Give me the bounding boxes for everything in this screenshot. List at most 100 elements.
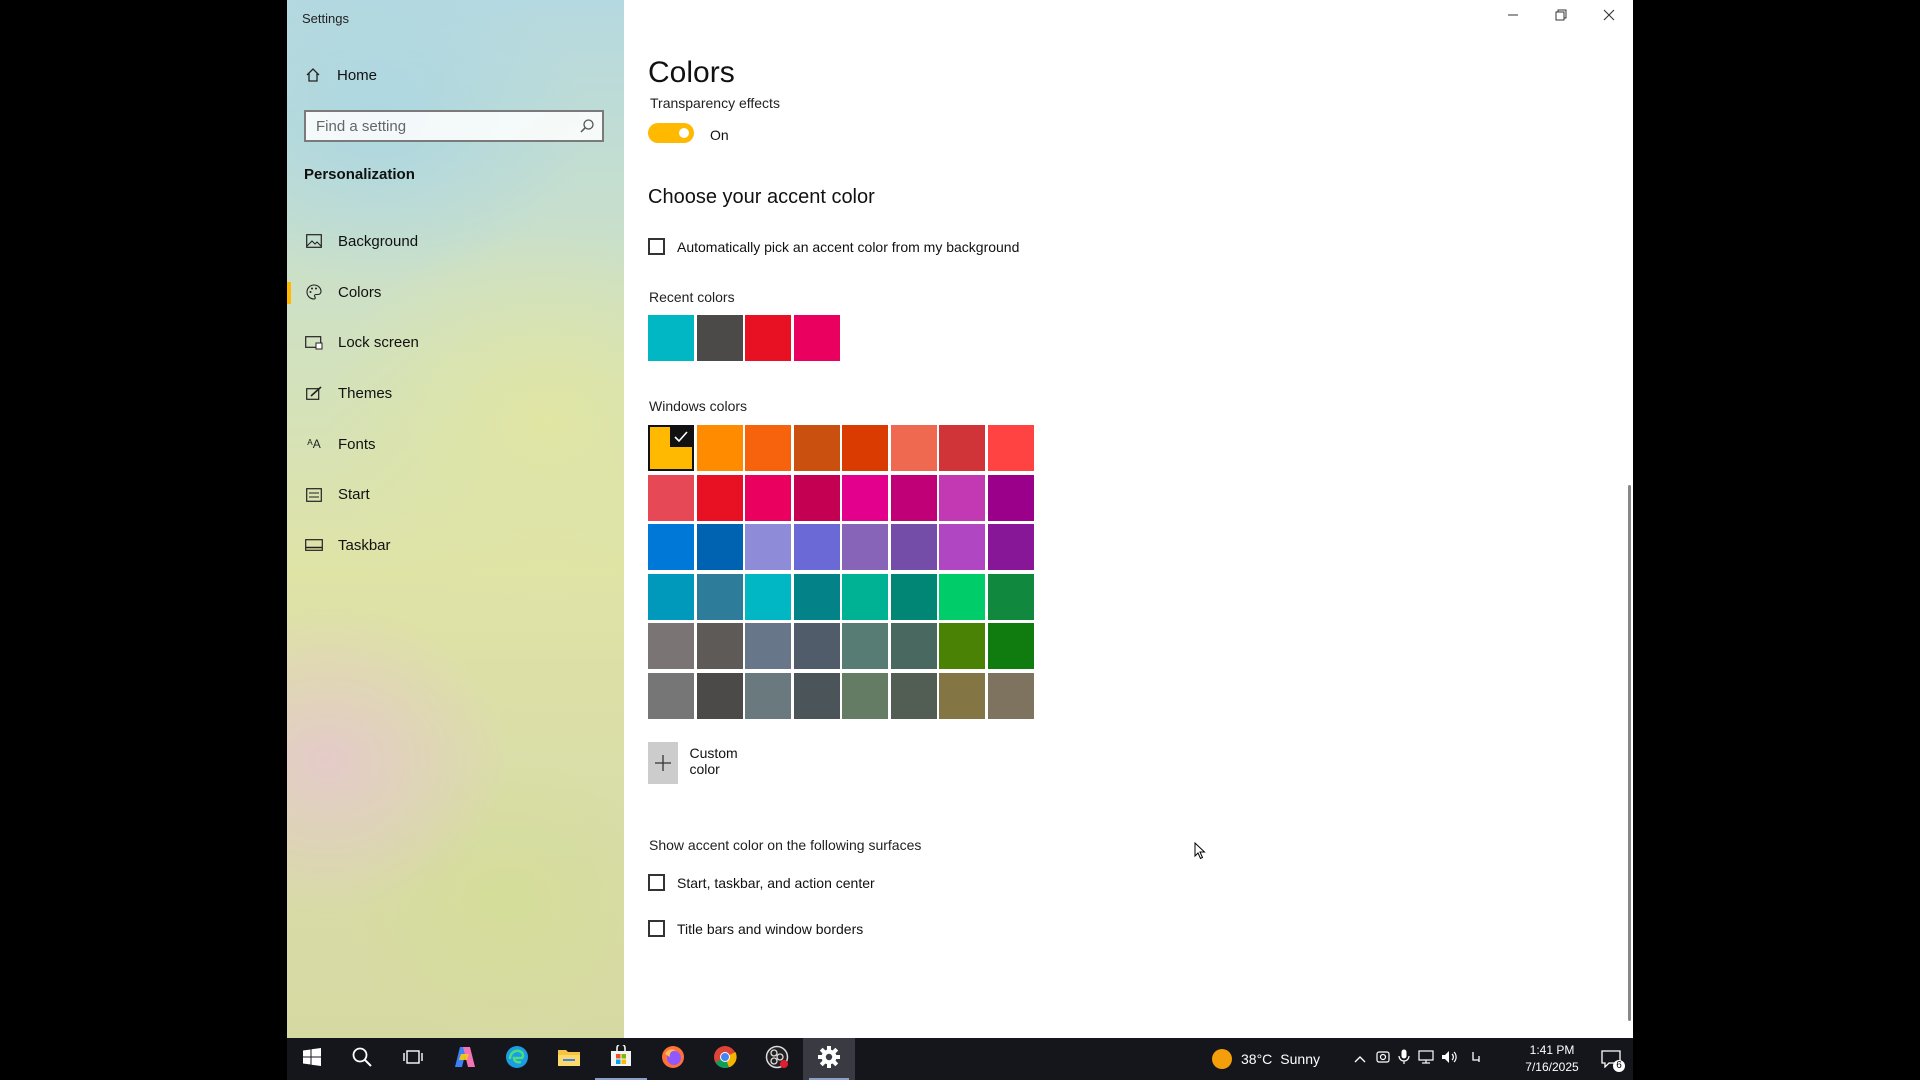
color-swatch[interactable] <box>939 425 985 471</box>
color-swatch[interactable] <box>696 474 743 521</box>
custom-color-button[interactable]: Custom color <box>648 742 749 784</box>
network-tray-button[interactable] <box>1414 1038 1438 1080</box>
search-box[interactable] <box>304 110 604 142</box>
color-swatch[interactable] <box>987 524 1034 571</box>
color-swatch[interactable] <box>648 425 694 471</box>
color-swatch[interactable] <box>745 474 791 521</box>
color-swatch[interactable] <box>939 672 985 719</box>
obs-button[interactable] <box>751 1038 803 1080</box>
sidebar-item-colors[interactable]: Colors <box>287 267 624 318</box>
auto-pick-checkbox[interactable]: Automatically pick an accent color from … <box>648 238 1019 255</box>
color-swatch[interactable] <box>696 672 743 719</box>
color-swatch[interactable] <box>939 573 985 620</box>
color-swatch[interactable] <box>648 474 694 521</box>
language-tray-button[interactable] <box>1464 1038 1488 1080</box>
color-swatch[interactable] <box>890 474 937 521</box>
checkbox-box[interactable] <box>648 874 665 891</box>
color-swatch[interactable] <box>745 524 791 571</box>
restore-button[interactable] <box>1537 0 1585 34</box>
weather-widget[interactable]: 38°C Sunny <box>1212 1038 1342 1080</box>
color-swatch[interactable] <box>842 425 888 471</box>
taskbar: 38°C Sunny 1:41 PM 7/16/2025 6 <box>287 1038 1633 1080</box>
action-center-button[interactable]: 6 <box>1592 1038 1630 1080</box>
color-swatch[interactable] <box>987 474 1034 521</box>
color-swatch[interactable] <box>890 524 937 571</box>
color-swatch[interactable] <box>745 623 791 670</box>
recent-colors-label: Recent colors <box>649 289 735 305</box>
clock[interactable]: 1:41 PM 7/16/2025 <box>1515 1042 1589 1076</box>
color-swatch[interactable] <box>890 573 937 620</box>
recent-color-swatch[interactable] <box>793 315 840 361</box>
sidebar-item-fonts[interactable]: ᴬA Fonts <box>287 419 624 470</box>
show-hidden-icons-button[interactable] <box>1348 1038 1372 1080</box>
settings-taskbar-button[interactable] <box>803 1038 855 1080</box>
sidebar-item-themes[interactable]: Themes <box>287 368 624 419</box>
file-explorer-button[interactable] <box>543 1038 595 1080</box>
color-swatch[interactable] <box>987 672 1034 719</box>
transparency-label: Transparency effects <box>650 95 780 111</box>
color-swatch[interactable] <box>842 573 888 620</box>
color-swatch[interactable] <box>745 672 791 719</box>
color-swatch[interactable] <box>890 623 937 670</box>
color-swatch[interactable] <box>696 573 743 620</box>
sidebar-item-start[interactable]: Start <box>287 469 624 520</box>
color-swatch[interactable] <box>696 524 743 571</box>
color-swatch[interactable] <box>696 623 743 670</box>
sidebar-item-lock-screen[interactable]: Lock screen <box>287 317 624 368</box>
color-swatch[interactable] <box>987 573 1034 620</box>
weather-temp: 38°C <box>1241 1051 1273 1067</box>
checkbox-box[interactable] <box>648 238 665 255</box>
color-swatch[interactable] <box>842 623 888 670</box>
color-swatch[interactable] <box>793 474 840 521</box>
start-taskbar-checkbox[interactable]: Start, taskbar, and action center <box>648 874 875 891</box>
color-swatch[interactable] <box>842 474 888 521</box>
copilot-button[interactable] <box>439 1038 491 1080</box>
recent-color-swatch[interactable] <box>648 315 694 361</box>
color-swatch[interactable] <box>648 623 694 670</box>
title-bars-checkbox[interactable]: Title bars and window borders <box>648 920 863 937</box>
search-icon[interactable] <box>579 118 595 139</box>
microphone-tray-button[interactable] <box>1394 1038 1414 1080</box>
color-swatch[interactable] <box>793 573 840 620</box>
home-nav-item[interactable]: Home <box>303 66 377 84</box>
color-swatch[interactable] <box>890 672 937 719</box>
recent-color-swatch[interactable] <box>745 315 791 361</box>
color-swatch[interactable] <box>648 573 694 620</box>
minimize-button[interactable] <box>1489 0 1537 34</box>
edge-button[interactable] <box>491 1038 543 1080</box>
sidebar-item-background[interactable]: Background <box>287 216 624 267</box>
chrome-button[interactable] <box>699 1038 751 1080</box>
start-button[interactable] <box>287 1038 337 1080</box>
color-swatch[interactable] <box>648 524 694 571</box>
color-swatch[interactable] <box>793 524 840 571</box>
sidebar-item-label: Fonts <box>338 435 376 453</box>
transparency-toggle[interactable] <box>648 123 694 143</box>
color-swatch[interactable] <box>793 425 840 471</box>
recent-color-swatch[interactable] <box>696 315 743 361</box>
firefox-button[interactable] <box>647 1038 699 1080</box>
color-swatch[interactable] <box>842 524 888 571</box>
color-swatch[interactable] <box>939 623 985 670</box>
color-swatch[interactable] <box>793 623 840 670</box>
scrollbar[interactable] <box>1628 485 1631 1021</box>
color-swatch[interactable] <box>939 524 985 571</box>
volume-tray-button[interactable] <box>1438 1038 1462 1080</box>
color-swatch[interactable] <box>745 425 791 471</box>
close-button[interactable] <box>1585 0 1633 34</box>
search-input[interactable] <box>306 112 586 140</box>
color-swatch[interactable] <box>987 623 1034 670</box>
sidebar-item-taskbar[interactable]: Taskbar <box>287 520 624 571</box>
checkbox-box[interactable] <box>648 920 665 937</box>
search-button[interactable] <box>337 1038 387 1080</box>
color-swatch[interactable] <box>842 672 888 719</box>
color-swatch[interactable] <box>890 425 937 471</box>
color-swatch[interactable] <box>696 425 743 471</box>
camera-tray-button[interactable] <box>1372 1038 1394 1080</box>
color-swatch[interactable] <box>648 672 694 719</box>
task-view-button[interactable] <box>387 1038 439 1080</box>
color-swatch[interactable] <box>987 425 1034 471</box>
color-swatch[interactable] <box>939 474 985 521</box>
store-button[interactable] <box>595 1038 647 1080</box>
color-swatch[interactable] <box>793 672 840 719</box>
color-swatch[interactable] <box>745 573 791 620</box>
